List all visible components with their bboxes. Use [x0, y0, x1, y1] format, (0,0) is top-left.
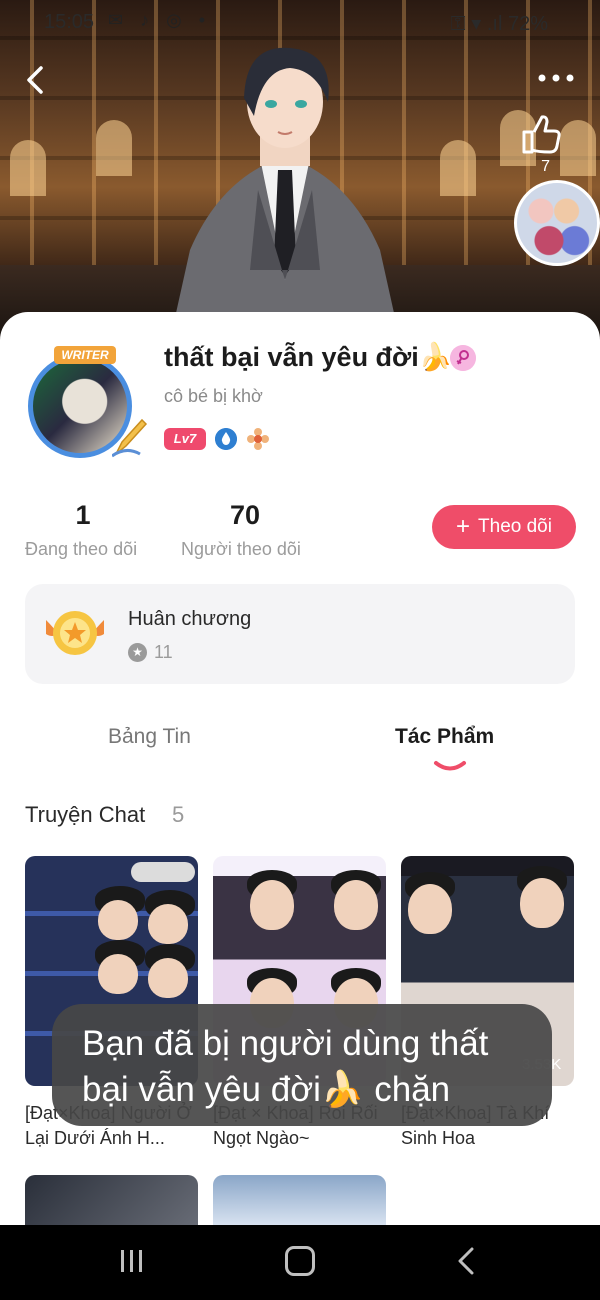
- follow-button[interactable]: + Theo dõi: [432, 505, 576, 549]
- more-options-icon[interactable]: [536, 66, 576, 90]
- plus-icon: +: [456, 513, 471, 540]
- like-count: 7: [541, 158, 550, 175]
- battery-status: ⚿ ▾ .ıl 72%: [450, 13, 548, 35]
- medal-count: 11: [154, 642, 173, 662]
- back-arrow-icon[interactable]: [18, 62, 54, 98]
- tab-bang-tin[interactable]: Bảng Tin: [108, 725, 191, 749]
- tab-tac-pham[interactable]: Tác Phẩm: [395, 725, 494, 749]
- character-illustration: [170, 47, 400, 340]
- status-bar: 15:05 ✉ ♪ ◎ • ⚿ ▾ .ıl 72%: [0, 0, 600, 44]
- notification-icons: ✉ ♪ ◎ •: [108, 10, 212, 30]
- female-gender-icon: [450, 345, 476, 371]
- group-avatar[interactable]: [514, 180, 600, 266]
- blocked-toast: Bạn đã bị người dùng thất bại vẫn yêu đờ…: [52, 1004, 552, 1126]
- medal-card[interactable]: [25, 584, 575, 684]
- level-badge: Lv7: [164, 428, 206, 450]
- recent-apps-icon[interactable]: [118, 1248, 146, 1274]
- medal-title: Huân chương: [128, 608, 252, 630]
- following-count[interactable]: 1: [60, 500, 106, 531]
- section-count: 5: [172, 802, 185, 827]
- section-title: Truyện Chat: [25, 802, 146, 827]
- status-time: 15:05: [44, 11, 95, 33]
- user-bio: cô bé bị khờ: [164, 386, 263, 406]
- thumbs-up-icon[interactable]: [518, 112, 562, 156]
- follow-button-label: Theo dõi: [478, 516, 552, 537]
- medal-icon: [46, 611, 104, 655]
- home-icon[interactable]: [285, 1246, 315, 1276]
- followers-count[interactable]: 70: [205, 500, 285, 531]
- avatar[interactable]: WRITER: [24, 346, 154, 466]
- active-tab-indicator: [434, 761, 466, 771]
- pen-icon: [112, 418, 148, 458]
- nav-back-icon[interactable]: [455, 1246, 477, 1276]
- username: thất bại vẫn yêu đời🍌: [164, 342, 453, 372]
- water-drop-badge-icon: [215, 428, 237, 450]
- star-icon: ★: [128, 643, 147, 662]
- flower-badge-icon: [247, 428, 269, 450]
- followers-label[interactable]: Người theo dõi: [181, 539, 301, 560]
- writer-badge: WRITER: [54, 346, 116, 364]
- following-label[interactable]: Đang theo dõi: [25, 539, 137, 560]
